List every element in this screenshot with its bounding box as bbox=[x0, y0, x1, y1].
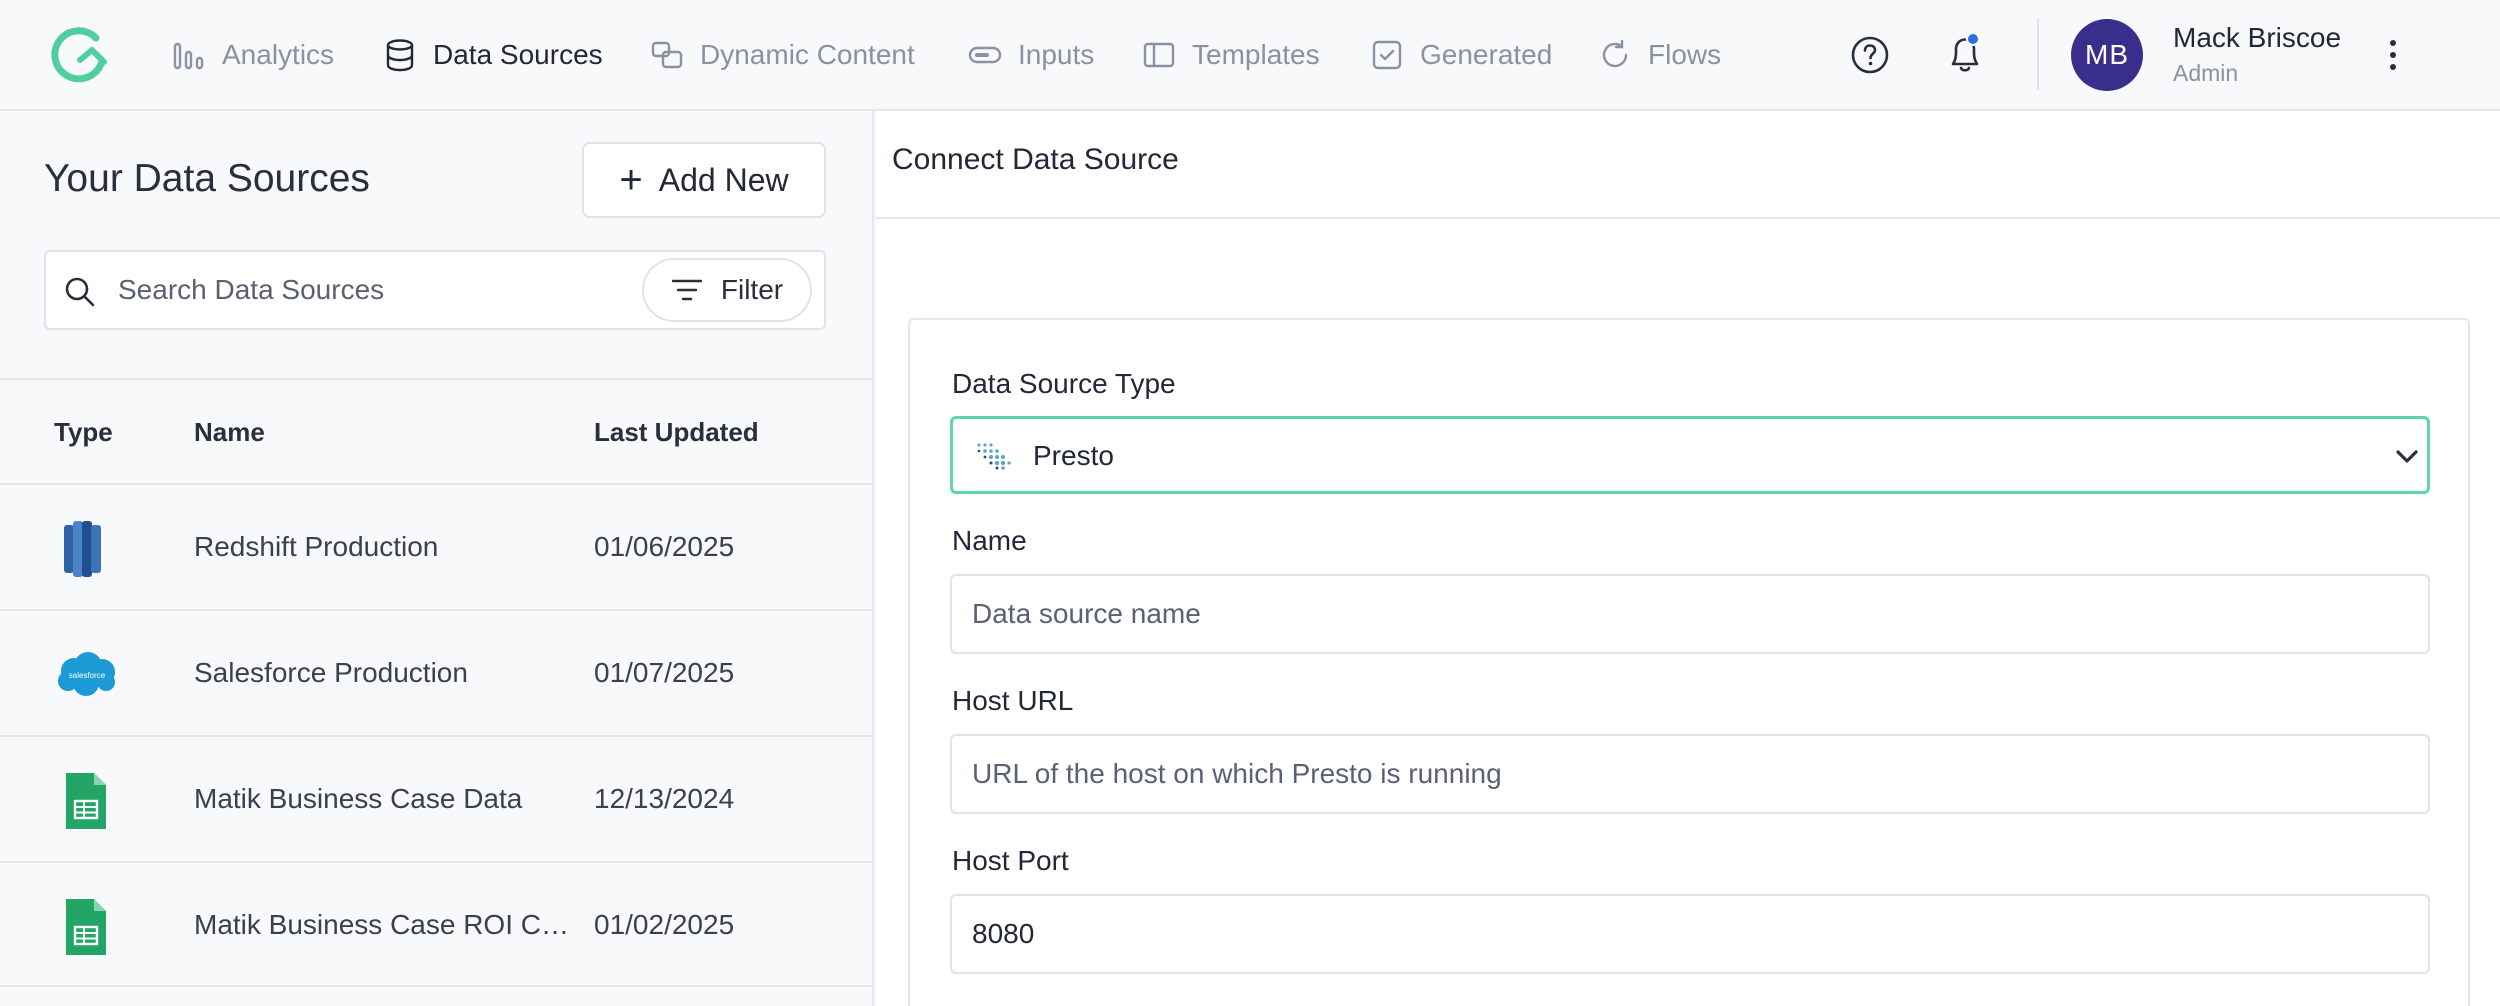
host-port-input[interactable] bbox=[950, 894, 2430, 974]
google-sheets-icon bbox=[66, 899, 106, 955]
nav-inputs-label: Inputs bbox=[1018, 39, 1095, 70]
more-menu-icon[interactable] bbox=[2378, 32, 2408, 78]
row-date: 01/02/2025 bbox=[594, 909, 735, 940]
data-source-type-label: Data Source Type bbox=[952, 368, 1176, 399]
data-source-type-value: Presto bbox=[1033, 440, 1114, 471]
connect-form: Data Source Type Presto Name H bbox=[908, 318, 2470, 1006]
table-row[interactable]: salesforce Salesforce Production 01/07/2… bbox=[0, 609, 874, 735]
column-header-type[interactable]: Type bbox=[54, 417, 113, 448]
filter-label: Filter bbox=[720, 274, 784, 305]
matik-logo[interactable] bbox=[46, 24, 112, 86]
connect-data-source-panel: Connect Data Source Data Source Type Pre… bbox=[876, 111, 2500, 1006]
help-icon[interactable] bbox=[1850, 35, 1890, 75]
divider bbox=[0, 378, 874, 380]
template-icon bbox=[1142, 38, 1176, 72]
data-sources-panel: Your Data Sources + Add New Filter Type … bbox=[0, 111, 874, 1006]
row-name: Matik Business Case Data bbox=[194, 783, 523, 814]
chevron-down-icon bbox=[2396, 450, 2418, 463]
top-nav: Analytics Data Sources Dynamic Content I… bbox=[0, 0, 2500, 111]
redshift-icon bbox=[64, 521, 101, 577]
bar-chart-icon bbox=[172, 38, 206, 72]
add-new-label: Add New bbox=[658, 161, 789, 198]
filter-button[interactable]: Filter bbox=[642, 258, 812, 322]
row-date: 01/07/2025 bbox=[594, 657, 735, 688]
host-url-input[interactable] bbox=[950, 734, 2430, 814]
nav-data-sources[interactable]: Data Sources bbox=[383, 28, 603, 82]
nav-dynamic-content-label: Dynamic Content bbox=[700, 39, 915, 70]
column-header-name[interactable]: Name bbox=[194, 417, 265, 448]
nav-flows[interactable]: Flows bbox=[1598, 28, 1721, 82]
refresh-icon bbox=[1598, 38, 1632, 72]
nav-data-sources-label: Data Sources bbox=[433, 39, 603, 70]
search-box: Filter bbox=[44, 250, 826, 330]
avatar[interactable]: MB bbox=[2071, 19, 2143, 91]
table-row[interactable]: Matik Business Case Data 12/13/2024 bbox=[0, 735, 874, 861]
nav-analytics-label: Analytics bbox=[222, 39, 335, 70]
row-name: Matik Business Case ROI Calculator bbox=[194, 909, 576, 940]
search-icon bbox=[65, 277, 95, 307]
google-sheets-icon bbox=[66, 773, 106, 829]
divider bbox=[876, 217, 2500, 219]
nav-dynamic-content[interactable]: Dynamic Content bbox=[650, 28, 915, 82]
database-icon bbox=[383, 38, 417, 72]
presto-icon bbox=[977, 443, 1011, 470]
host-port-label: Host Port bbox=[952, 845, 1069, 876]
host-url-label: Host URL bbox=[952, 685, 1074, 716]
name-label: Name bbox=[952, 525, 1027, 556]
user-name: Mack Briscoe bbox=[2173, 22, 2342, 53]
data-source-type-select[interactable]: Presto bbox=[950, 416, 2430, 494]
toggle-icon bbox=[968, 38, 1002, 72]
column-header-last-updated[interactable]: Last Updated bbox=[594, 417, 759, 448]
row-date: 01/06/2025 bbox=[594, 531, 735, 562]
table-row[interactable]: Redshift Production 01/06/2025 bbox=[0, 483, 874, 609]
search-input[interactable] bbox=[118, 268, 658, 312]
panel-title: Your Data Sources bbox=[44, 157, 370, 200]
nav-inputs[interactable]: Inputs bbox=[968, 28, 1094, 82]
row-name: Redshift Production bbox=[194, 531, 439, 562]
nav-generated[interactable]: Generated bbox=[1370, 28, 1552, 82]
check-square-icon bbox=[1370, 38, 1404, 72]
nav-templates[interactable]: Templates bbox=[1142, 28, 1320, 82]
nav-flows-label: Flows bbox=[1648, 39, 1722, 70]
salesforce-icon: salesforce bbox=[58, 652, 115, 696]
page-title: Connect Data Source bbox=[892, 143, 1179, 176]
name-input[interactable] bbox=[950, 574, 2430, 654]
row-date: 12/13/2024 bbox=[594, 783, 735, 814]
nav-generated-label: Generated bbox=[1420, 39, 1553, 70]
svg-text:salesforce: salesforce bbox=[69, 671, 106, 680]
nav-analytics[interactable]: Analytics bbox=[172, 28, 334, 82]
add-new-button[interactable]: + Add New bbox=[582, 142, 826, 218]
dynamic-content-icon bbox=[650, 38, 684, 72]
notification-dot bbox=[1966, 32, 1980, 46]
plus-icon: + bbox=[619, 158, 643, 202]
user-role: Admin bbox=[2173, 60, 2239, 86]
row-name: Salesforce Production bbox=[194, 657, 468, 688]
table-row[interactable]: Matik Business Case ROI Calculator 01/02… bbox=[0, 861, 874, 987]
nav-templates-label: Templates bbox=[1192, 39, 1320, 70]
filter-icon bbox=[671, 279, 703, 301]
nav-divider bbox=[2037, 18, 2039, 90]
